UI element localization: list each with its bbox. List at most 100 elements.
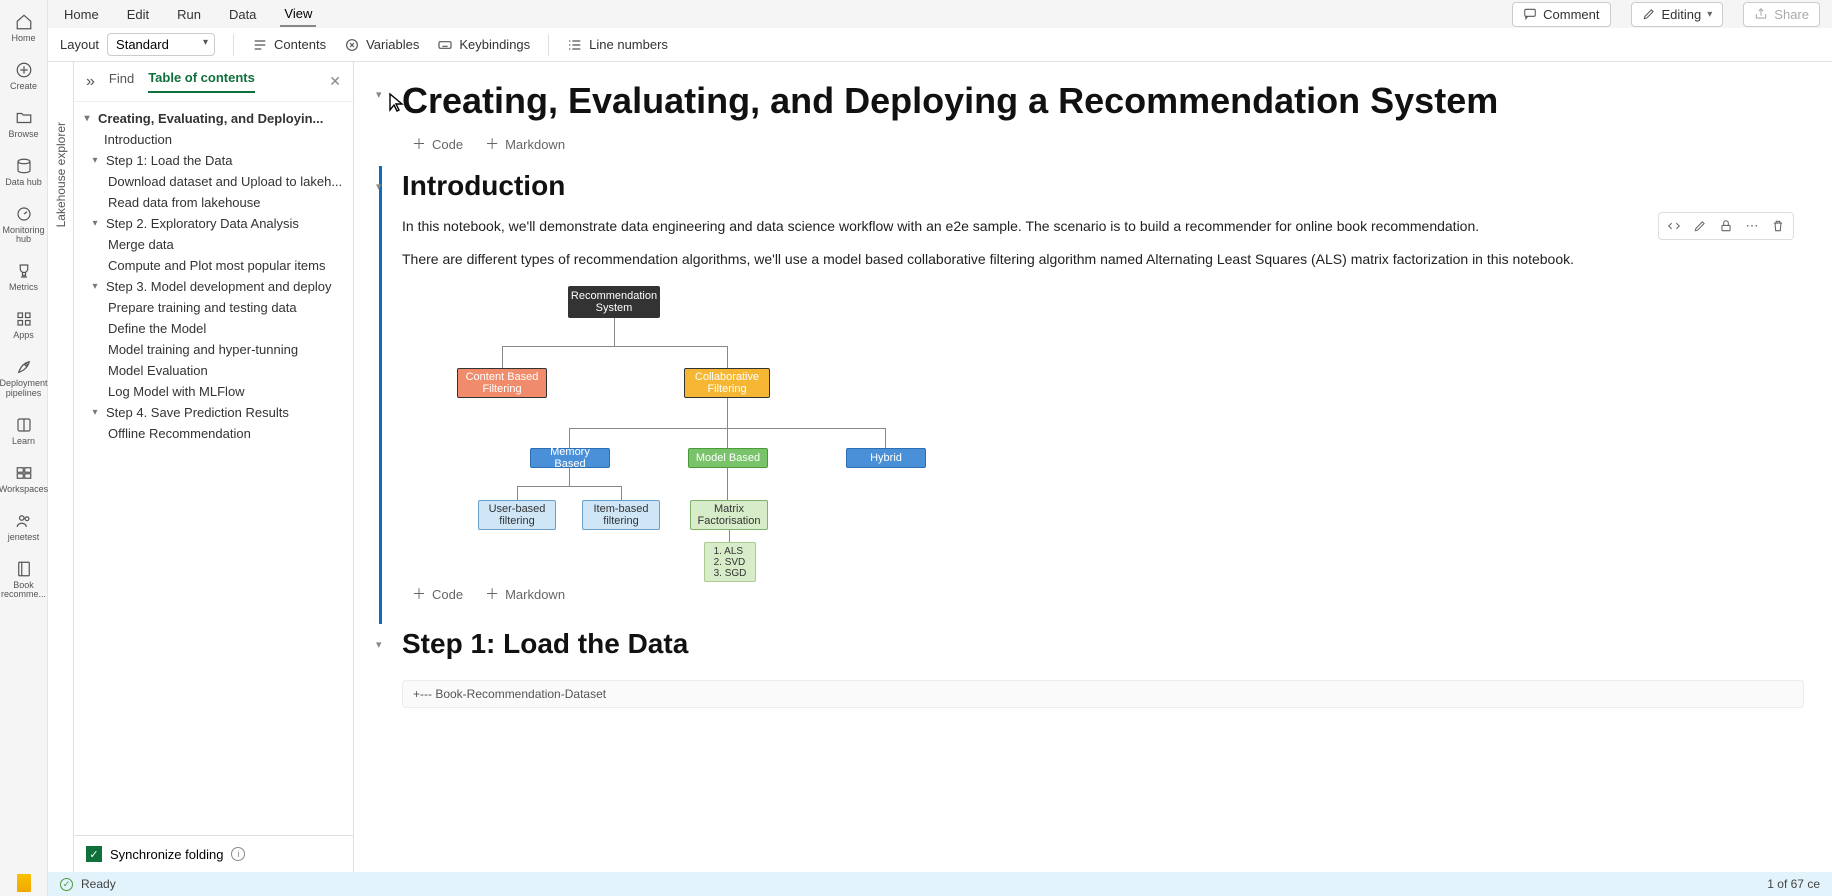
comment-icon <box>1523 7 1537 21</box>
database-icon <box>14 156 34 176</box>
code-view-icon[interactable] <box>1665 217 1683 235</box>
add-code-button[interactable]: ＋Code <box>412 584 463 604</box>
chevron-down-icon: ▾ <box>88 155 102 166</box>
rail-workspaces[interactable]: Workspaces <box>0 457 47 505</box>
toc-item[interactable]: Prepare training and testing data <box>78 297 345 318</box>
intro-para-1: In this notebook, we'll demonstrate data… <box>402 212 1804 245</box>
share-button[interactable]: Share <box>1743 2 1820 27</box>
sync-folding-checkbox[interactable]: ✓ <box>86 846 102 862</box>
recsys-diagram: Recommendation System Content Based Filt… <box>422 286 982 576</box>
toc-item[interactable]: ▾Step 1: Load the Data <box>78 150 345 171</box>
lakehouse-collapsed-panel[interactable]: Lakehouse explorer <box>48 62 74 872</box>
rail-apps[interactable]: Apps <box>0 303 47 351</box>
menu-home[interactable]: Home <box>60 3 103 26</box>
menu-view[interactable]: View <box>280 2 316 27</box>
sync-folding-row: ✓ Synchronize folding i <box>74 835 353 872</box>
intro-heading: Introduction <box>402 166 1804 212</box>
rail-metrics[interactable]: Metrics <box>0 255 47 303</box>
list-icon <box>252 37 268 53</box>
collapse-section-icon[interactable]: ▾ <box>376 638 382 651</box>
chevron-down-icon: ▾ <box>88 407 102 418</box>
toc-item[interactable]: Download dataset and Upload to lakeh... <box>78 171 345 192</box>
rail-learn[interactable]: Learn <box>0 409 47 457</box>
toc-item[interactable]: Model training and hyper-tunning <box>78 339 345 360</box>
chevron-down-icon: ▾ <box>88 281 102 292</box>
more-icon[interactable]: ⋯ <box>1743 217 1761 235</box>
status-ok-icon: ✓ <box>60 878 73 891</box>
intro-para-2: There are different types of recommendat… <box>402 245 1804 278</box>
rail-pipelines[interactable]: Deployment pipelines <box>0 351 47 409</box>
lakehouse-label: Lakehouse explorer <box>54 122 68 227</box>
toc-item[interactable]: Define the Model <box>78 318 345 339</box>
editing-dropdown[interactable]: Editing ▾ <box>1631 2 1724 27</box>
powerbi-icon <box>17 874 31 892</box>
trophy-icon <box>14 261 34 281</box>
layout-label: Layout <box>60 37 99 52</box>
plus-icon: ＋ <box>485 584 499 604</box>
plus-icon: ＋ <box>485 134 499 154</box>
toc-item[interactable]: Read data from lakehouse <box>78 192 345 213</box>
plus-icon: ＋ <box>412 584 426 604</box>
numbered-list-icon <box>567 37 583 53</box>
toc-item[interactable]: Offline Recommendation <box>78 423 345 444</box>
edit-icon[interactable] <box>1691 217 1709 235</box>
comment-button[interactable]: Comment <box>1512 2 1610 27</box>
notebook-editor[interactable]: ▾ Creating, Evaluating, and Deploying a … <box>354 62 1832 872</box>
diagram-user-based: User-based filtering <box>478 500 556 530</box>
toc-item[interactable]: ▾Step 4. Save Prediction Results <box>78 402 345 423</box>
notebook-icon <box>14 559 34 579</box>
rail-notebook-book[interactable]: Book recomme... <box>0 553 47 611</box>
rail-home[interactable]: Home <box>0 6 47 54</box>
diagram-hybrid: Hybrid <box>846 448 926 468</box>
menu-edit[interactable]: Edit <box>123 3 153 26</box>
rail-monitoring[interactable]: Monitoring hub <box>0 198 47 256</box>
toc-item[interactable]: Log Model with MLFlow <box>78 381 345 402</box>
add-markdown-button[interactable]: ＋Markdown <box>485 584 565 604</box>
collapse-section-icon[interactable]: ▾ <box>376 88 382 101</box>
apps-icon <box>14 309 34 329</box>
keybindings-button[interactable]: Keybindings <box>437 37 530 53</box>
diagram-algos: 1. ALS 2. SVD 3. SGD <box>704 542 756 582</box>
rail-powerbi[interactable] <box>17 870 31 896</box>
menu-data[interactable]: Data <box>225 3 260 26</box>
sync-folding-label: Synchronize folding <box>110 847 223 862</box>
cursor-icon <box>388 92 404 112</box>
find-tab[interactable]: Find <box>109 71 134 92</box>
delete-icon[interactable] <box>1769 217 1787 235</box>
info-icon[interactable]: i <box>231 847 245 861</box>
main-area: Home Edit Run Data View Comment Editing … <box>48 0 1832 896</box>
close-panel-icon[interactable]: ✕ <box>329 73 341 90</box>
rail-browse[interactable]: Browse <box>0 102 47 150</box>
share-icon <box>1754 7 1768 21</box>
view-toolbar: Layout Standard Contents Variables Keybi… <box>48 28 1832 62</box>
toc-item[interactable]: Compute and Plot most popular items <box>78 255 345 276</box>
rail-workspace-jenetest[interactable]: jenetest <box>0 505 47 553</box>
toc-item[interactable]: ▾Step 2. Exploratory Data Analysis <box>78 213 345 234</box>
code-cell-preview[interactable]: +--- Book-Recommendation-Dataset <box>402 680 1804 708</box>
linenumbers-button[interactable]: Line numbers <box>567 37 668 53</box>
diagram-memory: Memory Based <box>530 448 610 468</box>
monitor-icon <box>14 204 34 224</box>
add-code-button[interactable]: ＋Code <box>412 134 463 154</box>
rail-datahub[interactable]: Data hub <box>0 150 47 198</box>
layout-select[interactable]: Standard <box>107 33 215 56</box>
toc-item[interactable]: Merge data <box>78 234 345 255</box>
menu-run[interactable]: Run <box>173 3 205 26</box>
toc-tab[interactable]: Table of contents <box>148 70 255 93</box>
toc-item[interactable]: ▾Step 3. Model development and deploy <box>78 276 345 297</box>
contents-button[interactable]: Contents <box>252 37 326 53</box>
lock-icon[interactable] <box>1717 217 1735 235</box>
keyboard-icon <box>437 37 453 53</box>
collapse-section-icon[interactable]: ▾ <box>376 180 382 193</box>
add-markdown-button[interactable]: ＋Markdown <box>485 134 565 154</box>
variables-button[interactable]: Variables <box>344 37 419 53</box>
rail-create[interactable]: Create <box>0 54 47 102</box>
people-icon <box>14 511 34 531</box>
toc-item[interactable]: Model Evaluation <box>78 360 345 381</box>
status-bar: ✓ Ready 1 of 67 ce <box>48 872 1832 896</box>
cell-toolbar: ⋯ <box>1658 212 1794 240</box>
toc-root[interactable]: ▾ Creating, Evaluating, and Deployin... <box>78 108 345 129</box>
toc-item[interactable]: Introduction <box>78 129 345 150</box>
expand-panel-icon[interactable]: » <box>86 73 95 91</box>
chevron-down-icon: ▾ <box>1707 9 1712 20</box>
